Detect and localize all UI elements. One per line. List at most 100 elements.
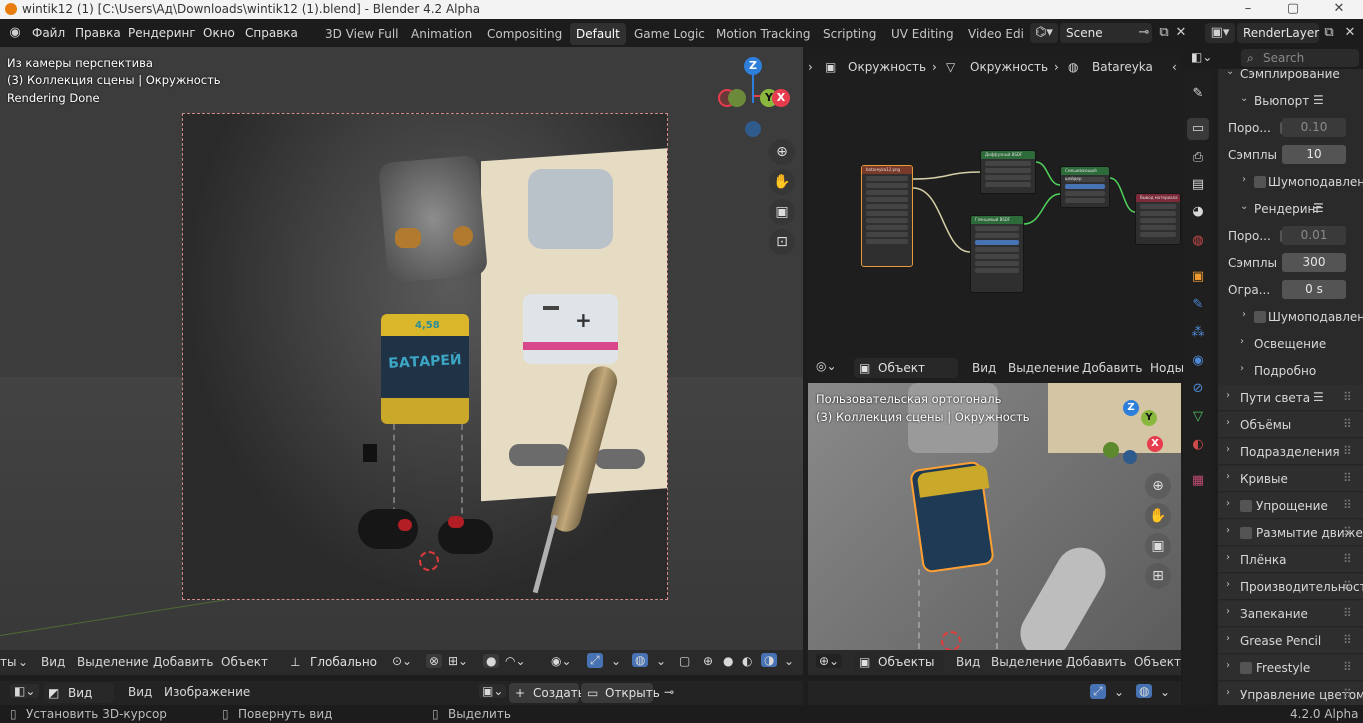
properties-row[interactable]: › Плёнка ⠿ <box>1218 547 1363 573</box>
sidebar-toggle-icon[interactable]: ‹ <box>1172 60 1177 74</box>
properties-row[interactable]: ⌄ Рендеринг ☰ <box>1218 196 1363 222</box>
properties-row[interactable]: › Шумоподавлен <box>1218 304 1363 330</box>
chevron-down-icon[interactable]: ⌄ <box>1240 93 1248 104</box>
v2-gizmo-z[interactable]: Z <box>1123 400 1139 416</box>
properties-row[interactable]: › Подразделения ⠿ <box>1218 439 1363 465</box>
breadcrumb-object[interactable]: Окружность <box>848 60 926 74</box>
v2-menu-add[interactable]: Добавить <box>1066 655 1126 669</box>
breadcrumb-material[interactable]: Batareyka <box>1092 60 1153 74</box>
properties-row[interactable]: › Пути света ☰ ⠿ <box>1218 385 1363 411</box>
tab-compositing[interactable]: Compositing <box>481 23 568 45</box>
chevron-right-icon[interactable]: › <box>1226 552 1230 563</box>
tool-tab-icon[interactable]: ✎ <box>1187 83 1209 105</box>
remove-layer-icon[interactable]: ✕ <box>1343 23 1357 43</box>
constraints-tab-icon[interactable]: ⊘ <box>1187 378 1209 400</box>
object-tab-icon[interactable]: ▣ <box>1187 266 1209 288</box>
bottom-gizmo-dropdown-icon[interactable]: ⌄ <box>1114 685 1124 699</box>
menu-file[interactable]: Файл <box>32 26 65 40</box>
v2-menu-select[interactable]: Выделение <box>991 655 1062 669</box>
properties-row[interactable]: Огра... 0 s <box>1218 277 1363 303</box>
editor-type-icon[interactable]: ◧⌄ <box>10 684 40 698</box>
render-layer-selector[interactable]: ▣▾ RenderLayer ⧉ ✕ <box>1203 23 1363 43</box>
properties-value-field[interactable]: 0.10 <box>1282 118 1346 137</box>
scene-tab-icon[interactable]: ◕ <box>1187 201 1209 223</box>
list-icon[interactable]: ☰ <box>1313 390 1324 404</box>
gizmo-toggle-icon[interactable]: ⤢ <box>587 653 603 668</box>
drag-handle-icon[interactable]: ⠿ <box>1343 552 1352 566</box>
image-menu-view[interactable]: Вид <box>128 685 152 699</box>
main-3d-viewport[interactable]: Из камеры перспектива (3) Коллекция сцен… <box>0 47 803 653</box>
new-layer-icon[interactable]: ⧉ <box>1321 23 1337 43</box>
checkbox[interactable] <box>1254 176 1266 188</box>
bottom-overlay-icon[interactable]: ◍ <box>1136 684 1153 698</box>
properties-row[interactable]: Поро... 0.10 <box>1218 115 1363 141</box>
properties-row[interactable]: › Запекание ⠿ <box>1218 601 1363 627</box>
properties-editor-icon[interactable]: ◧⌄ <box>1191 50 1212 64</box>
chevron-right-icon[interactable]: › <box>1226 579 1230 590</box>
drag-handle-icon[interactable]: ⠿ <box>1343 579 1352 593</box>
drag-handle-icon[interactable]: ⠿ <box>1343 660 1352 674</box>
menu-window[interactable]: Окно <box>203 26 235 40</box>
chevron-right-icon[interactable]: › <box>1242 309 1246 320</box>
menu-render[interactable]: Рендеринг <box>128 26 196 40</box>
image-pin-icon[interactable]: ⊸ <box>664 685 674 699</box>
overlay-toggle-icon[interactable]: ◍ <box>632 653 649 667</box>
gizmo-neg-z[interactable] <box>745 121 761 137</box>
texture-tab-icon[interactable]: ▦ <box>1187 470 1209 492</box>
lock-icon[interactable]: ⊡ <box>769 229 795 255</box>
checkbox[interactable] <box>1240 662 1252 674</box>
chevron-down-icon[interactable]: ⌄ <box>1240 201 1248 212</box>
properties-value-field[interactable]: 0 s <box>1282 280 1346 299</box>
shading-dropdown-icon[interactable]: ⌄ <box>784 654 794 668</box>
list-icon[interactable]: ☰ <box>1313 93 1324 107</box>
drag-handle-icon[interactable]: ⠿ <box>1343 687 1352 701</box>
world-tab-icon[interactable]: ◍ <box>1187 230 1209 252</box>
chevron-down-icon[interactable]: ⌄ <box>1226 69 1234 77</box>
node-menu-nodes[interactable]: Ноды <box>1150 361 1184 375</box>
render-layer-name-field[interactable]: RenderLayer <box>1237 23 1319 43</box>
bottom-gizmo-toggle-icon[interactable]: ⤢ <box>1090 684 1106 699</box>
node-menu-select[interactable]: Выделение <box>1008 361 1079 375</box>
image-menu-image[interactable]: Изображение <box>164 685 250 699</box>
maximize-button[interactable]: ▢ <box>1270 0 1316 19</box>
tab-uv-editing[interactable]: UV Editing <box>885 23 960 45</box>
node-editor-canvas[interactable]: batareyka12.png Диффузный BSDF Глянцевый… <box>808 82 1181 350</box>
data-tab-icon[interactable]: ▽ <box>1187 406 1209 428</box>
viewport-menu-object[interactable]: Объект <box>221 655 268 669</box>
v2-menu-object[interactable]: Объект <box>1134 655 1181 669</box>
drag-handle-icon[interactable]: ⠿ <box>1343 417 1352 431</box>
shading-material-icon[interactable]: ◐ <box>742 654 752 668</box>
tab-video-editing[interactable]: Video Edi <box>962 23 1030 45</box>
properties-row[interactable]: › Подробно <box>1218 358 1363 384</box>
gizmo-dropdown-icon[interactable]: ⌄ <box>611 654 621 668</box>
viewport-menu-add[interactable]: Добавить <box>153 655 213 669</box>
tab-default[interactable]: Default <box>570 23 626 45</box>
physics-tab-icon[interactable]: ◉ <box>1187 350 1209 372</box>
shading-solid-icon[interactable]: ● <box>723 654 733 668</box>
transform-orientation-dropdown[interactable]: ⊥ Глобально <box>286 652 382 672</box>
chevron-right-icon[interactable]: › <box>1242 174 1246 185</box>
image-browse-icon[interactable]: ▣⌄ <box>479 684 507 698</box>
modifier-tab-icon[interactable]: ✎ <box>1187 294 1209 316</box>
gizmo-neg-y[interactable] <box>728 89 746 107</box>
chevron-right-icon[interactable]: › <box>1226 687 1230 698</box>
properties-value-field[interactable]: 300 <box>1282 253 1346 272</box>
breadcrumb-mesh[interactable]: Окружность <box>970 60 1048 74</box>
pivot-icon[interactable]: ⊙⌄ <box>392 654 412 668</box>
v2-gizmo-x[interactable]: X <box>1147 436 1163 452</box>
drag-handle-icon[interactable]: ⠿ <box>1343 444 1352 458</box>
falloff-icon[interactable]: ◠⌄ <box>505 654 526 668</box>
image-view-dropdown[interactable]: ◩ Вид <box>44 683 114 703</box>
properties-row[interactable]: › Объёмы ⠿ <box>1218 412 1363 438</box>
v2-zoom-icon[interactable]: ⊕ <box>1145 473 1171 499</box>
output-tab-icon[interactable]: ⎙ <box>1187 147 1209 169</box>
drag-handle-icon[interactable]: ⠿ <box>1343 498 1352 512</box>
node-editor-type-icon[interactable]: ◎⌄ <box>816 359 837 373</box>
snap-target-icon[interactable]: ⊞⌄ <box>448 654 468 668</box>
menu-help[interactable]: Справка <box>245 26 298 40</box>
scene-selector[interactable]: ⌬▾ Scene ⊸ ⧉ ✕ <box>1028 23 1188 43</box>
properties-row[interactable]: Сэмплы 300 <box>1218 250 1363 276</box>
close-button[interactable]: ✕ <box>1316 0 1362 19</box>
chevron-right-icon[interactable]: › <box>1240 363 1244 374</box>
chevron-right-icon[interactable]: › <box>1226 444 1230 455</box>
